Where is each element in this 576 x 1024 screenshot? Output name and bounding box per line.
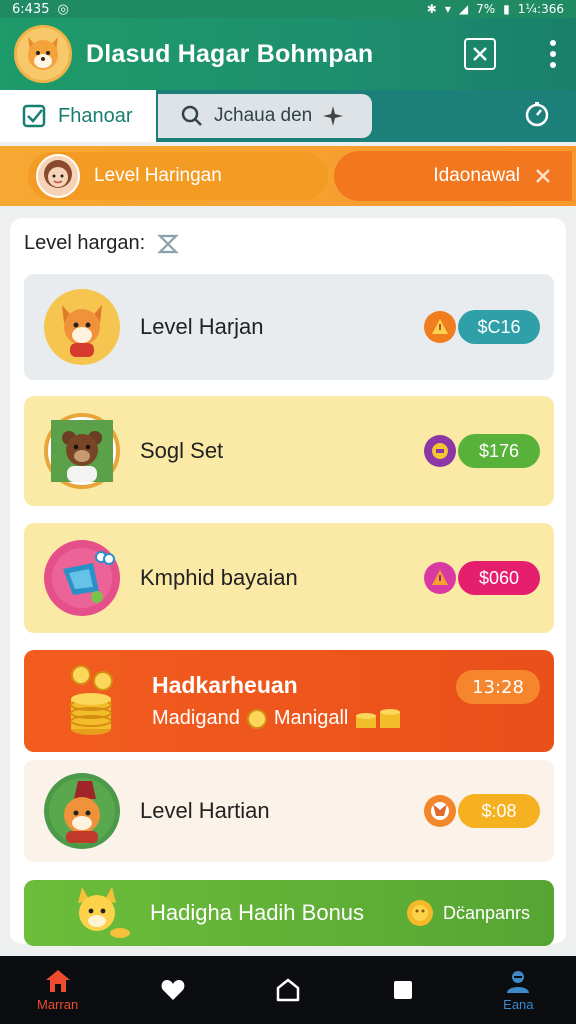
card-title: Level Hartian [140, 798, 270, 823]
warning-badge-icon [424, 311, 456, 343]
house-outline-icon [276, 978, 300, 1002]
banner-dismiss-button[interactable]: Idaonawal [334, 151, 572, 201]
status-time: 6:435 [12, 1, 50, 17]
fox-hat-character-icon [44, 773, 120, 849]
home-icon [45, 970, 70, 992]
coin-icon [246, 708, 267, 729]
app-bar: Dlasud Hagar Bohmpan [0, 18, 576, 90]
nav-favorites[interactable] [133, 978, 213, 1002]
level-banner: Level Haringan Idaonawal [0, 146, 576, 206]
level-card[interactable]: Sogl Set $176 [24, 396, 554, 506]
price-pill[interactable]: $:08 [458, 794, 540, 828]
promo-label-b: Manigall [273, 707, 349, 729]
panel-title: Level hargan: [24, 232, 146, 254]
app-title: Dlasud Hagar Bohmpan [86, 39, 374, 68]
signal-icon: ◢ [458, 2, 469, 16]
promo-timer: 13:28 [456, 670, 540, 704]
level-card[interactable]: Level Harjan $C16 [24, 274, 554, 380]
nav-house[interactable] [248, 977, 328, 1003]
tab-search[interactable]: Jchaua den [158, 94, 372, 138]
status-clock: 1¼:366 [517, 2, 564, 16]
banner-button-label: Idaonawal [433, 165, 520, 186]
fox-avatar-icon [28, 37, 58, 70]
panel-header: Level hargan: [24, 232, 179, 255]
warning-badge-icon [424, 562, 456, 594]
card-title: Level Harjan [140, 314, 264, 339]
level-card[interactable]: Level Hartian $:08 [24, 760, 554, 862]
overflow-menu-button[interactable] [544, 40, 562, 68]
nav-recents[interactable] [363, 979, 443, 1001]
tab-search-label: Jchaua den [214, 105, 313, 126]
tab-active[interactable]: Fhanoar [0, 90, 156, 142]
card-title: Kmphid bayaian [140, 565, 298, 590]
level-card[interactable]: Kmphid bayaian $060 [24, 523, 554, 633]
promo-subtitle: Madigand Manigall [152, 707, 554, 730]
price-pill[interactable]: $C16 [458, 310, 540, 344]
price-pill[interactable]: $060 [458, 561, 540, 595]
girl-avatar-icon [36, 154, 80, 198]
app-logo [14, 25, 72, 83]
profile-icon [507, 971, 530, 993]
close-box-icon [473, 47, 487, 61]
bonus-action[interactable]: Dc̈anpanrs [405, 898, 530, 928]
coin-stack-icon [48, 658, 134, 744]
cat-mascot-icon [78, 887, 130, 938]
wifi-icon: ▾ [444, 2, 451, 16]
bottom-navigation: Marran Eana [0, 956, 576, 1024]
lion-coin-icon [406, 900, 433, 926]
card-title: Sogl Set [140, 438, 224, 463]
bonus-title: Hadigha Hadih Bonus [150, 900, 365, 925]
tab-active-label: Fhanoar [58, 104, 133, 127]
bluetooth-icon: ✱ [426, 2, 437, 16]
tools-character-icon [44, 540, 120, 616]
promo-card[interactable]: Hadkarheuan Madigand Manigall 13:28 [24, 650, 554, 752]
heart-icon [161, 980, 185, 1000]
level-panel: Level hargan: Level Harjan $C16 Sogl Set… [10, 218, 566, 946]
fox-badge-icon [424, 795, 456, 827]
tab-bar: Fhanoar Jchaua den [0, 90, 576, 142]
fox-character-icon [44, 289, 120, 365]
status-bar: 6:435 ◎ ✱ ▾ ◢ 7% ▮ 1¼:366 [0, 0, 576, 18]
close-box-button[interactable] [464, 38, 496, 70]
checkbox-icon [22, 104, 46, 128]
nav-profile-label: Eana [503, 997, 534, 1012]
price-pill[interactable]: $176 [458, 434, 540, 468]
nav-home[interactable]: Marran [18, 968, 98, 1012]
square-icon [394, 981, 413, 999]
coin-badge-icon [424, 435, 456, 467]
hourglass-icon[interactable] [157, 233, 179, 255]
search-icon [181, 105, 202, 126]
status-icon: ◎ [57, 1, 69, 17]
banner-label: Level Haringan [94, 165, 222, 186]
bonus-card[interactable]: Hadigha Hadih Bonus Dc̈anpanrs [24, 880, 554, 946]
bonus-label: Dc̈anpanrs [442, 902, 530, 923]
sparkle-icon [323, 106, 344, 126]
close-icon [536, 169, 550, 183]
timer-button[interactable] [524, 101, 550, 131]
promo-label-a: Madigand [152, 707, 240, 729]
nav-profile[interactable]: Eana [478, 968, 558, 1012]
battery-level: 7% [476, 2, 496, 16]
coins-icon [356, 708, 401, 728]
nav-home-label: Marran [37, 997, 79, 1012]
bear-character-icon [44, 413, 120, 489]
banner-level-pill[interactable]: Level Haringan [28, 152, 328, 200]
battery-icon: ▮ [503, 2, 510, 16]
timer-icon [525, 102, 549, 127]
